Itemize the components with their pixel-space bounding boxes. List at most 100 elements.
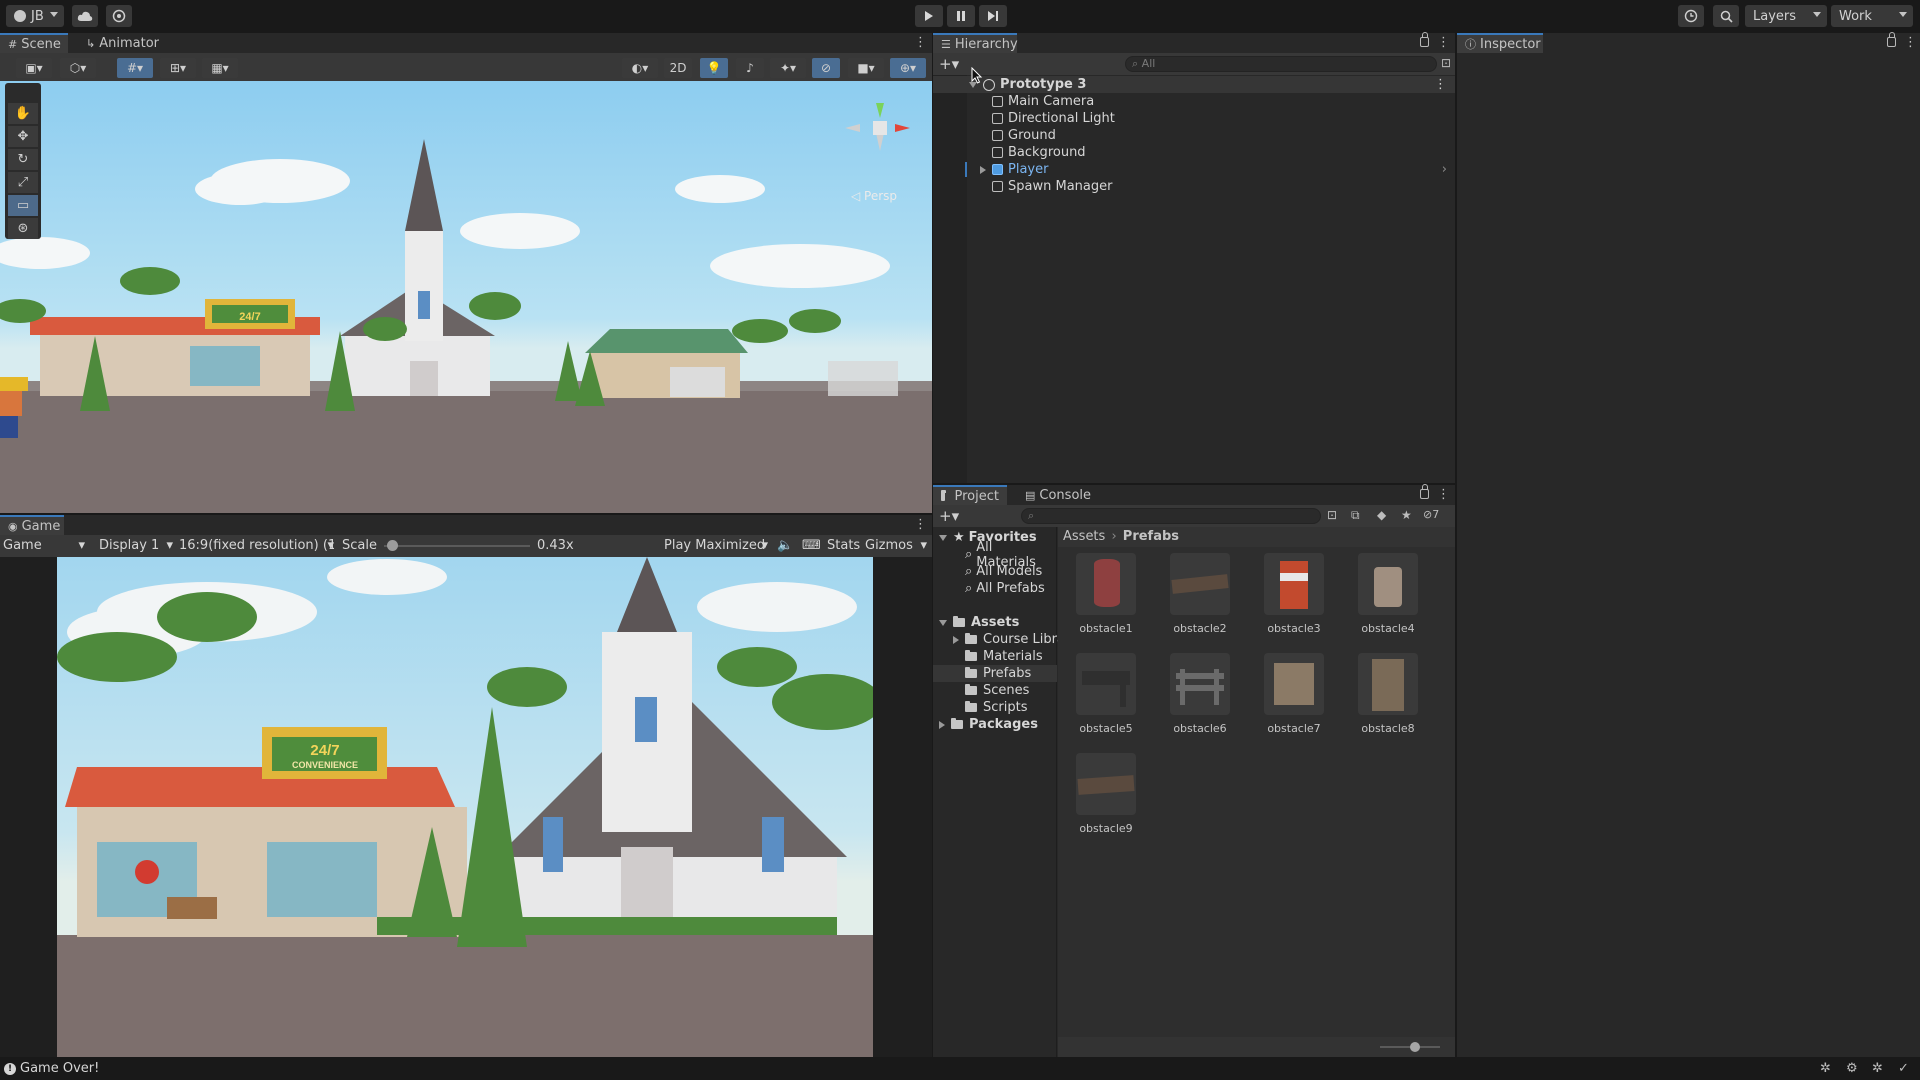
stats-button[interactable]: Stats bbox=[827, 538, 860, 553]
debug-icon[interactable]: ✲ bbox=[1820, 1061, 1831, 1076]
camera-settings-icon[interactable]: ■▾ bbox=[848, 58, 884, 78]
move-tool-icon[interactable]: ✥ bbox=[8, 126, 38, 147]
game-menu-icon[interactable]: ⋮ bbox=[914, 517, 927, 532]
hierarchy-item[interactable]: Main Camera bbox=[933, 93, 1094, 110]
rotate-tool-icon[interactable]: ↻ bbox=[8, 149, 38, 170]
create-asset-icon[interactable]: +▾ bbox=[939, 507, 959, 525]
increment-snap-icon[interactable]: ⊞▾ bbox=[160, 58, 196, 78]
tab-game[interactable]: ◉ Game bbox=[0, 515, 64, 535]
prefab-asset[interactable]: obstacle9 bbox=[1066, 753, 1146, 835]
gizmos-button[interactable]: Gizmos ▾ bbox=[865, 538, 927, 553]
prefab-asset[interactable]: obstacle7 bbox=[1254, 653, 1334, 735]
icon-size-knob[interactable] bbox=[1410, 1042, 1420, 1052]
collab-icon[interactable] bbox=[106, 5, 132, 27]
tab-scene[interactable]: # Scene bbox=[0, 33, 68, 53]
bake-icon[interactable]: ⚙ bbox=[1846, 1061, 1858, 1076]
keyboard-shortcuts-icon[interactable]: ⌨ bbox=[802, 538, 821, 553]
scale-slider[interactable] bbox=[384, 540, 530, 551]
transform-tool-icon[interactable]: ⊛ bbox=[8, 218, 38, 239]
pause-button[interactable] bbox=[947, 5, 975, 27]
favorite-item[interactable]: ⌕ All Materials bbox=[965, 540, 1056, 570]
create-menu-icon[interactable]: +▾ bbox=[939, 55, 959, 73]
tab-animator[interactable]: ↳ Animator bbox=[78, 33, 164, 53]
status-message[interactable]: ! Game Over! bbox=[4, 1061, 99, 1076]
scene-row[interactable]: Prototype 3 ⋮ bbox=[933, 76, 1455, 93]
breadcrumb-item[interactable]: Assets bbox=[1063, 529, 1105, 544]
lock-icon[interactable] bbox=[1420, 484, 1429, 499]
scene-menu-icon[interactable]: ⋮ bbox=[914, 35, 927, 50]
gizmos-icon[interactable]: ⊕▾ bbox=[890, 58, 926, 78]
tab-project[interactable]: Project bbox=[933, 485, 1007, 505]
prefab-asset[interactable]: obstacle5 bbox=[1066, 653, 1146, 735]
breadcrumb-item-current[interactable]: Prefabs bbox=[1123, 529, 1179, 544]
project-search-input[interactable]: ⌕ bbox=[1021, 508, 1321, 524]
progress-icon[interactable]: ✲ bbox=[1872, 1061, 1883, 1076]
layout-dropdown[interactable]: Work bbox=[1831, 5, 1913, 27]
play-button[interactable] bbox=[915, 5, 943, 27]
search-icon[interactable] bbox=[1713, 5, 1739, 27]
hierarchy-item-player[interactable]: Player › bbox=[933, 161, 1455, 178]
hierarchy-item[interactable]: Ground bbox=[933, 127, 1056, 144]
favorite-item[interactable]: ⌕ All Prefabs bbox=[965, 580, 1045, 597]
tab-hierarchy[interactable]: ☰ Hierarchy bbox=[933, 33, 1018, 53]
lock-icon[interactable] bbox=[1420, 32, 1429, 47]
scale-slider-knob[interactable] bbox=[386, 540, 398, 551]
lighting-icon[interactable]: 💡 bbox=[700, 58, 728, 78]
tab-inspector[interactable]: ⓘ Inspector bbox=[1457, 33, 1543, 53]
search-type-icon[interactable]: ⊡ bbox=[1441, 56, 1451, 70]
expand-icon[interactable] bbox=[980, 165, 986, 174]
hierarchy-menu-icon[interactable]: ⋮ bbox=[1437, 35, 1450, 50]
chevron-right-icon[interactable]: › bbox=[1442, 162, 1447, 177]
icon-size-slider[interactable] bbox=[1380, 1042, 1440, 1052]
prefab-asset[interactable]: obstacle8 bbox=[1348, 653, 1428, 735]
prefab-asset[interactable]: obstacle3 bbox=[1254, 553, 1334, 635]
label-filter-icon[interactable]: ◆ bbox=[1377, 508, 1386, 522]
render-mode-icon[interactable]: ◐▾ bbox=[622, 58, 658, 78]
hierarchy-item[interactable]: Spawn Manager bbox=[933, 178, 1112, 195]
prefab-asset[interactable]: obstacle2 bbox=[1160, 553, 1240, 635]
hand-tool-icon[interactable]: ✋ bbox=[8, 103, 38, 124]
folder-item-selected[interactable]: Prefabs bbox=[933, 665, 1057, 682]
scale-tool-icon[interactable]: ⤢ bbox=[8, 172, 38, 193]
hidden-objects-icon[interactable]: ⊘ bbox=[812, 58, 840, 78]
cloud-icon[interactable] bbox=[72, 5, 98, 27]
scene-viewport[interactable]: 24/7 ✋ ✥ ↻ ⤢ ▭ ⊛ ◁ Persp bbox=[0, 81, 932, 513]
grid-snap-icon[interactable]: #▾ bbox=[117, 58, 153, 78]
mode-2d-button[interactable]: 2D bbox=[664, 58, 692, 78]
hierarchy-search-input[interactable]: ⌕ All bbox=[1125, 56, 1437, 72]
search-type-icon[interactable]: ⊡ bbox=[1327, 508, 1337, 522]
hierarchy-item[interactable]: Directional Light bbox=[933, 110, 1115, 127]
hierarchy-item[interactable]: Background bbox=[933, 144, 1086, 161]
account-dropdown[interactable]: JB bbox=[6, 5, 64, 27]
display-select[interactable]: Display 1 ▾ bbox=[99, 538, 173, 553]
packages-header[interactable]: Packages bbox=[939, 716, 1038, 733]
folder-item[interactable]: Course Librar bbox=[953, 631, 1070, 648]
step-button[interactable] bbox=[979, 5, 1007, 27]
folder-item[interactable]: Scripts bbox=[965, 699, 1027, 716]
aspect-select[interactable]: 16:9(fixed resolution) (192▾ bbox=[179, 538, 334, 553]
tab-console[interactable]: ▤ Console bbox=[1017, 485, 1097, 505]
effects-icon[interactable]: ✦▾ bbox=[770, 58, 806, 78]
project-menu-icon[interactable]: ⋮ bbox=[1437, 487, 1450, 502]
folder-item[interactable]: Materials bbox=[965, 648, 1043, 665]
favorite-item[interactable]: ⌕ All Models bbox=[965, 563, 1042, 580]
play-mode-select[interactable]: Play Maximized ▾ bbox=[664, 538, 768, 553]
filter-type-icon[interactable]: ⧉ bbox=[1351, 508, 1360, 523]
persp-label[interactable]: ◁ Persp bbox=[851, 189, 897, 203]
inspector-menu-icon[interactable]: ⋮ bbox=[1904, 35, 1917, 50]
prefab-asset[interactable]: obstacle4 bbox=[1348, 553, 1428, 635]
prefab-asset[interactable]: obstacle6 bbox=[1160, 653, 1240, 735]
grid-visibility-icon[interactable]: ▦▾ bbox=[202, 58, 238, 78]
mute-audio-icon[interactable]: 🔈 bbox=[777, 538, 793, 553]
rect-tool-icon[interactable]: ▭ bbox=[8, 195, 38, 216]
layers-dropdown[interactable]: Layers bbox=[1745, 5, 1827, 27]
orientation-gizmo-icon[interactable] bbox=[840, 93, 920, 163]
prefab-asset[interactable]: obstacle1 bbox=[1066, 553, 1146, 635]
shading-mode-icon[interactable]: ⬡▾ bbox=[60, 58, 96, 78]
assets-header[interactable]: Assets bbox=[939, 614, 1019, 631]
check-icon[interactable]: ✓ bbox=[1898, 1061, 1909, 1076]
folder-item[interactable]: Scenes bbox=[965, 682, 1029, 699]
view-select[interactable]: Game ▾ bbox=[3, 538, 87, 553]
game-viewport[interactable]: 24/7 CONVENIENCE bbox=[57, 557, 873, 1057]
hidden-packages-button[interactable]: ⊘7 bbox=[1423, 508, 1439, 521]
